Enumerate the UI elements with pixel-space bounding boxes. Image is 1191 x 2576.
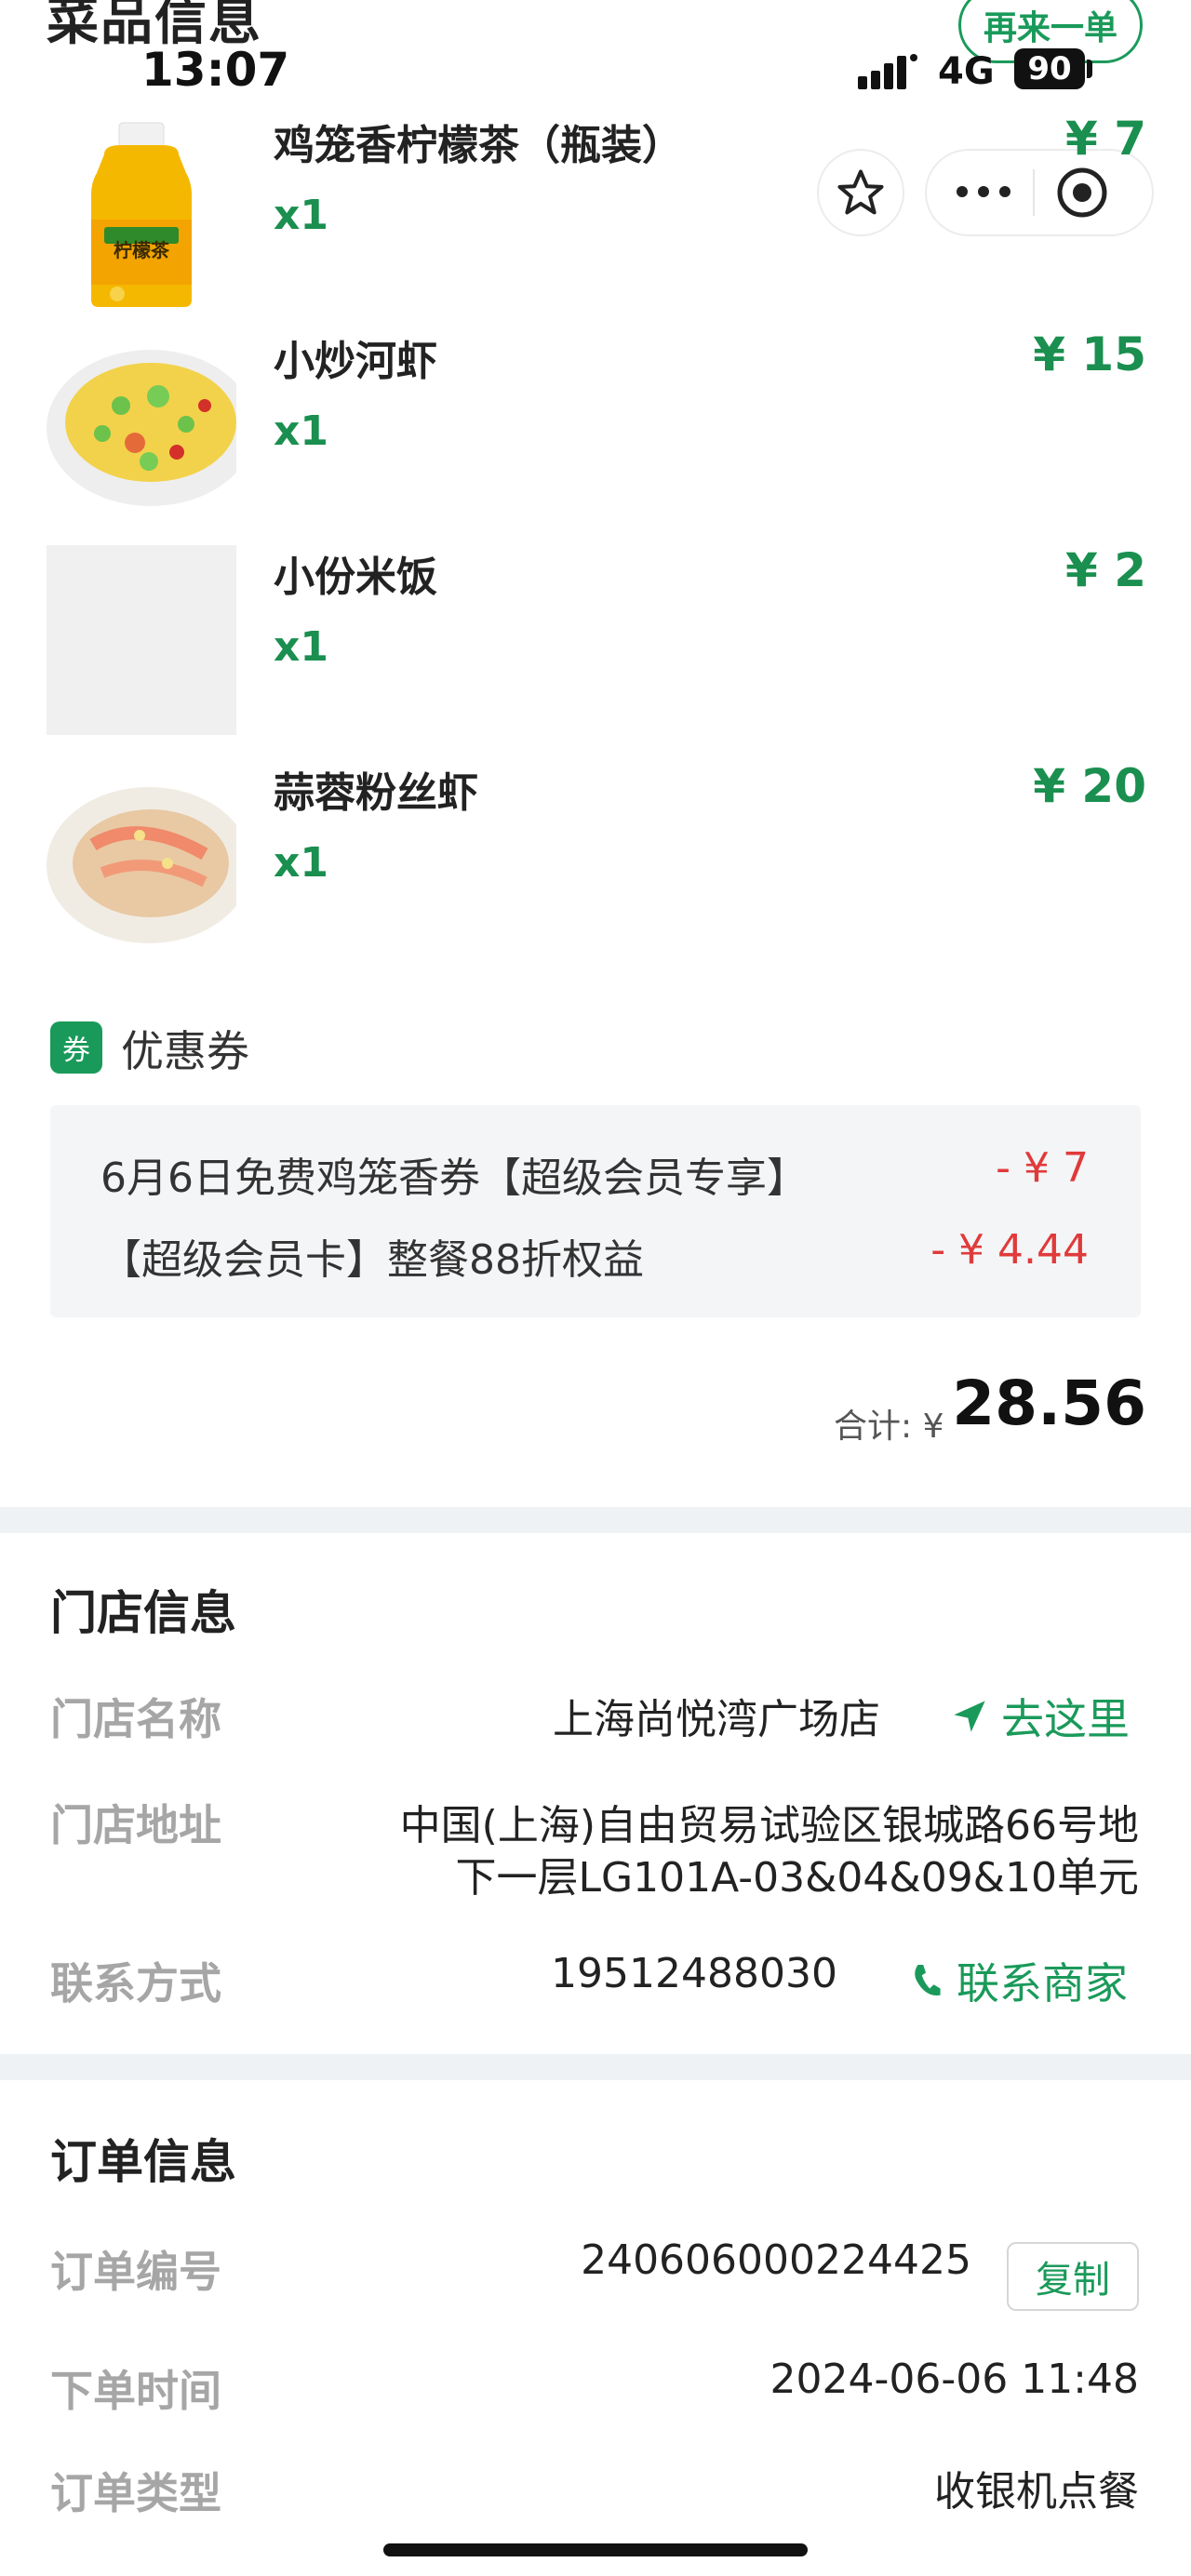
store-section-title: 门店信息 [50,1586,236,1640]
item-qty: x1 [274,192,328,239]
total-amount: 28.56 [952,1368,1146,1439]
network-type: 4G [938,50,995,93]
coupon-title: 优惠券 [121,1026,249,1076]
home-indicator[interactable] [383,2543,808,2556]
navigation-arrow-icon [954,1701,985,1732]
close-target-icon[interactable] [1055,166,1109,220]
capsule-divider [1033,169,1035,216]
contact-label: 联系方式 [50,1958,221,2009]
item-name: 小份米饭 [274,554,437,601]
item-qty: x1 [274,623,328,671]
coupon-name: 6月6日免费鸡笼香券【超级会员专享】 [100,1155,808,1202]
navigate-label: 去这里 [1001,1694,1130,1744]
order-time-value: 2024-06-06 11:48 [769,2356,1140,2403]
star-icon [837,169,884,215]
contact-merchant-link[interactable]: 联系商家 [910,1950,1128,2011]
store-name-label: 门店名称 [50,1694,221,1744]
navigate-link[interactable]: 去这里 [951,1686,1130,1747]
item-qty: x1 [274,839,328,887]
coupon-amount: - ¥ 7 [996,1144,1089,1192]
order-time-label: 下单时间 [50,2366,221,2416]
item-image-placeholder [47,545,236,735]
order-type-value: 收银机点餐 [934,2468,1139,2516]
battery-icon: 90 [1014,48,1085,89]
coupon-name: 【超级会员卡】整餐88折权益 [100,1236,644,1284]
section-divider [0,1507,1191,1533]
order-type-label: 订单类型 [50,2468,221,2518]
order-number-value: 240606000224425 [581,2236,971,2284]
coupon-amount: - ¥ 4.44 [930,1226,1089,1274]
store-name-value: 上海尚悦湾广场店 [553,1696,880,1743]
order-number-label: 订单编号 [50,2247,221,2297]
item-name: 鸡笼香柠檬茶（瓶装） [274,122,683,169]
favorite-button[interactable] [817,149,904,236]
signal-icon [858,54,917,89]
item-image-lemon-tea: 柠檬茶 [47,117,236,307]
item-qty: x1 [274,407,328,455]
store-address-label: 门店地址 [50,1800,221,1850]
section-divider [0,2054,1191,2080]
store-address-line2: 下一层LG101A-03&04&09&10单元 [455,1854,1140,1902]
phone-icon [915,1965,941,1995]
more-icon[interactable] [953,173,1014,210]
item-image-stir-fried-shrimp [47,331,236,521]
item-price: ¥ 2 [1065,543,1146,597]
battery-tip [1087,60,1092,78]
item-price: ¥ 7 [1065,112,1146,166]
coupon-icon: 券 [50,1021,102,1074]
item-name: 蒜蓉粉丝虾 [274,769,478,817]
order-section-title: 订单信息 [50,2135,236,2189]
item-name: 小炒河虾 [274,338,437,385]
item-image-garlic-shrimp [47,761,236,951]
contact-merchant-label: 联系商家 [957,1958,1128,2009]
status-time: 13:07 [141,43,290,97]
item-price: ¥ 20 [1033,759,1146,813]
copy-button[interactable]: 复制 [1007,2242,1139,2311]
total-label: 合计: ¥ [834,1408,944,1446]
store-address-line1: 中国(上海)自由贸易试验区银城路66号地 [399,1802,1139,1849]
contact-phone: 19512488030 [551,1950,837,1997]
item-price: ¥ 15 [1033,327,1146,381]
svg-text:柠檬茶: 柠檬茶 [114,239,170,261]
